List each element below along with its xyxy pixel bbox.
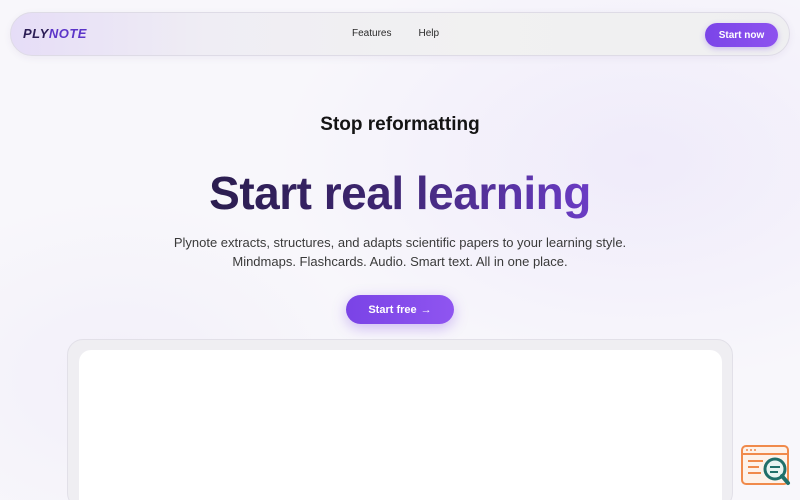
start-now-button[interactable]: Start now xyxy=(705,23,778,47)
start-free-label: Start free xyxy=(368,303,417,316)
logo[interactable]: PLYNOTE xyxy=(23,26,87,41)
logo-part-2: NOTE xyxy=(48,26,87,41)
start-free-button[interactable]: Start free → xyxy=(346,295,454,324)
nav-link-help[interactable]: Help xyxy=(418,28,439,39)
nav-links: Features Help xyxy=(352,28,439,39)
hero-subtext: Plynote extracts, structures, and adapts… xyxy=(173,235,627,269)
arrow-right-icon: → xyxy=(420,303,432,316)
hero-eyebrow: Stop reformatting xyxy=(320,114,480,135)
app-preview-frame xyxy=(67,339,733,500)
app-preview-screen xyxy=(79,350,722,500)
navbar: PLYNOTE Features Help Start now xyxy=(10,12,790,56)
hero-headline-text: Start real learning xyxy=(209,167,591,219)
nav-link-features[interactable]: Features xyxy=(352,28,391,39)
logo-part-1: PLY xyxy=(23,26,49,41)
document-search-icon[interactable] xyxy=(741,445,791,489)
hero-headline: Start real learning xyxy=(0,165,800,221)
